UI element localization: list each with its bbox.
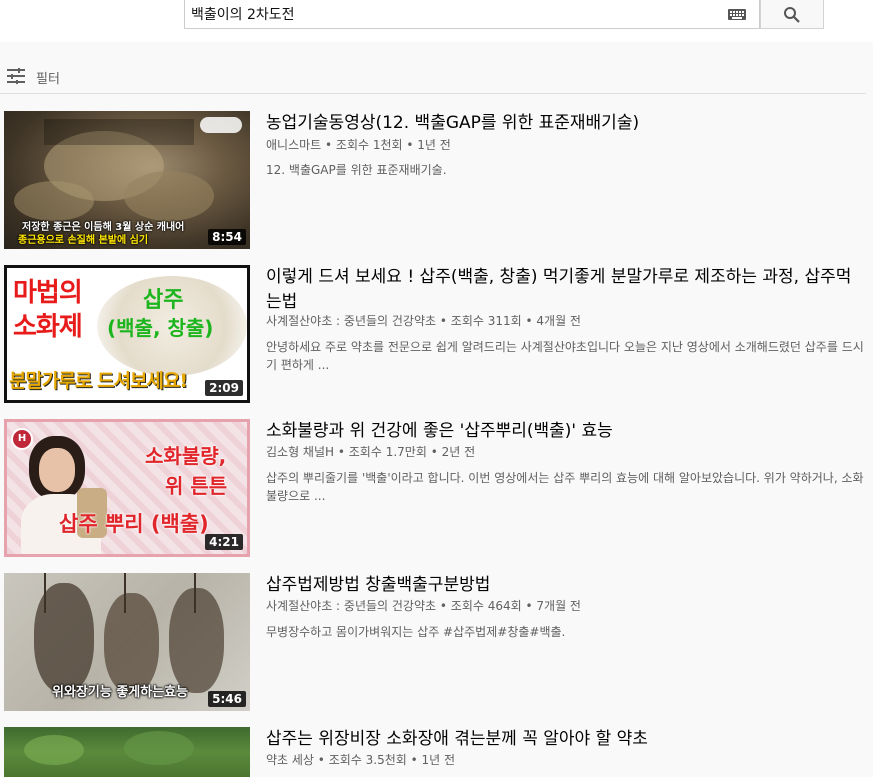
video-description: 12. 백출GAP를 위한 표준재배기술.	[266, 163, 447, 177]
video-description: 무병장수하고 몸이가벼워지는 삽주 #삽주법제#창출#백출.	[266, 625, 566, 639]
masthead	[0, 0, 873, 42]
video-title[interactable]: 삽주법제방법 창출백출구분방법	[266, 573, 866, 598]
video-result[interactable]: H 소화불량, 위 튼튼 삽주 뿌리 (백출) 4:21 소화불량과 위 건강에…	[0, 419, 873, 559]
view-count: 조회수 311회	[450, 314, 522, 328]
video-result[interactable]: 마법의 소화제 삽주 (백출, 창출) 분말가루로 드셔보세요! 2:09 이렇…	[0, 265, 873, 405]
video-result[interactable]: 위와장기능 좋게하는효능 5:46 삽주법제방법 창출백출구분방법 사계절산야초…	[0, 573, 873, 713]
video-meta: 애니스마트 • 조회수 1천회 • 1년 전	[266, 138, 451, 152]
channel-name[interactable]: 약초 세상	[266, 753, 314, 767]
video-title[interactable]: 삽주는 위장비장 소화장애 겪는분께 꼭 알아야 할 약초	[266, 727, 866, 752]
view-count: 조회수 1.7만회	[348, 445, 427, 459]
search-box	[184, 0, 760, 29]
thumbnail-caption: 삽주	[143, 288, 184, 313]
channel-name[interactable]: 사계절산야초 : 중년들의 건강약초	[266, 314, 436, 328]
channel-name[interactable]: 김소형 채널H	[266, 445, 334, 459]
video-duration: 4:21	[205, 534, 243, 550]
video-meta: 김소형 채널H • 조회수 1.7만회 • 2년 전	[266, 445, 476, 459]
video-duration: 5:46	[208, 691, 246, 707]
video-description: 안녕하세요 주로 약초를 전문으로 쉽게 알려드리는 사계절산야초입니다 오늘은…	[266, 340, 864, 372]
thumbnail-caption: 소화제	[13, 312, 83, 342]
search-icon	[784, 7, 800, 23]
video-thumbnail[interactable]: 마법의 소화제 삽주 (백출, 창출) 분말가루로 드셔보세요! 2:09	[4, 265, 250, 403]
video-thumbnail[interactable]: 저장한 종근은 이듬해 3월 상순 캐내어 종근용으로 손질해 본밭에 심기 8…	[4, 111, 250, 249]
upload-age: 1년 전	[417, 138, 451, 152]
channel-name[interactable]: 애니스마트	[266, 138, 321, 152]
video-thumbnail[interactable]: 위와장기능 좋게하는효능 5:46	[4, 573, 250, 711]
thumbnail-caption: 소화불량,	[145, 444, 227, 468]
video-duration: 2:09	[205, 380, 243, 396]
filter-label: 필터	[36, 72, 60, 87]
view-count: 조회수 464회	[450, 599, 522, 613]
thumbnail-caption: 분말가루로 드셔보세요!	[9, 370, 188, 392]
upload-age: 7개월 전	[536, 599, 581, 613]
upload-age: 1년 전	[421, 753, 456, 767]
thumbnail-caption: 종근용으로 손질해 본밭에 심기	[18, 235, 149, 246]
video-title[interactable]: 농업기술동영상(12. 백출GAP를 위한 표준재배기술)	[266, 111, 866, 136]
filter-icon	[7, 68, 25, 84]
filter-bar[interactable]: 필터	[0, 58, 866, 94]
thumbnail-caption: 삽주 뿌리 (백출)	[59, 512, 209, 536]
video-result[interactable]: 저장한 종근은 이듬해 3월 상순 캐내어 종근용으로 손질해 본밭에 심기 8…	[0, 111, 873, 251]
view-count: 조회수 1천회	[335, 138, 403, 152]
thumbnail-caption: 위 튼튼	[165, 474, 228, 498]
video-thumbnail[interactable]	[4, 727, 250, 777]
video-meta: 사계절산야초 : 중년들의 건강약초 • 조회수 311회 • 4개월 전	[266, 314, 581, 328]
video-result[interactable]: 삽주는 위장비장 소화장애 겪는분께 꼭 알아야 할 약초 약초 세상 • 조회…	[0, 727, 873, 777]
video-thumbnail[interactable]: H 소화불량, 위 튼튼 삽주 뿌리 (백출) 4:21	[4, 419, 250, 557]
keyboard-icon[interactable]	[728, 9, 746, 20]
video-title[interactable]: 이렇게 드셔 보세요 ! 삽주(백출, 창출) 먹기좋게 분말가루로 제조하는 …	[266, 265, 866, 315]
upload-age: 2년 전	[441, 445, 476, 459]
channel-name[interactable]: 사계절산야초 : 중년들의 건강약초	[266, 599, 436, 613]
video-title[interactable]: 소화불량과 위 건강에 좋은 '삽주뿌리(백출)' 효능	[266, 419, 866, 444]
thumbnail-caption: 위와장기능 좋게하는효능	[52, 685, 189, 700]
search-input[interactable]	[191, 3, 711, 25]
channel-logo: H	[11, 428, 33, 450]
view-count: 조회수 3.5천회	[328, 753, 407, 767]
upload-age: 4개월 전	[536, 314, 581, 328]
search-button[interactable]	[760, 0, 824, 29]
video-duration: 8:54	[208, 229, 246, 245]
thumbnail-caption: 마법의	[13, 278, 83, 308]
video-description: 삽주의 뿌리줄기를 '백출'이라고 합니다. 이번 영상에서는 삽주 뿌리의 효…	[266, 471, 864, 503]
video-meta: 약초 세상 • 조회수 3.5천회 • 1년 전	[266, 753, 456, 767]
thumbnail-caption: (백출, 창출)	[107, 316, 214, 340]
video-meta: 사계절산야초 : 중년들의 건강약초 • 조회수 464회 • 7개월 전	[266, 599, 581, 613]
